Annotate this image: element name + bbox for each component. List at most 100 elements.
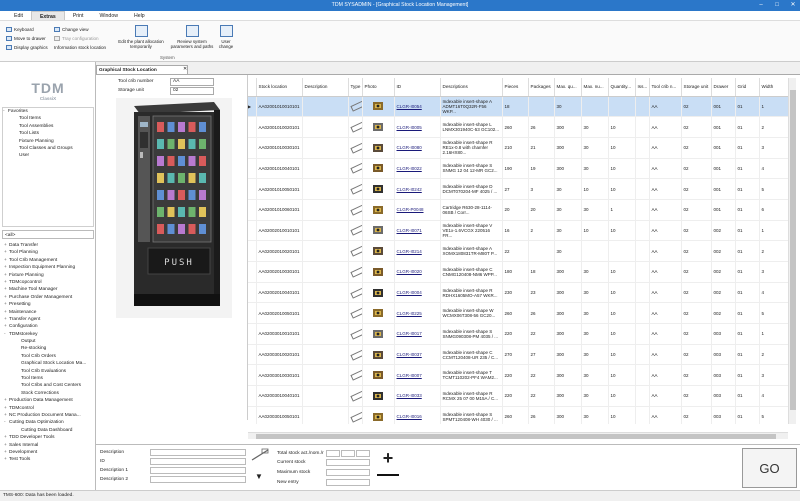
display-graphics-button[interactable]: Display graphics: [6, 45, 48, 50]
bin-drawer[interactable]: [178, 156, 185, 166]
menu-window[interactable]: Window: [92, 11, 126, 20]
bin-drawer[interactable]: [199, 224, 206, 234]
close-icon[interactable]: ✕: [786, 0, 800, 11]
bin-drawer[interactable]: [167, 139, 175, 149]
column-header[interactable]: Stock location: [256, 78, 303, 97]
nav-tree-item[interactable]: Tool Crib Orders: [2, 353, 94, 360]
scroll-thumb[interactable]: [790, 90, 796, 410]
vending-machine-graphic[interactable]: PUSH: [116, 98, 232, 318]
column-header[interactable]: Drawer: [711, 78, 736, 97]
bin-drawer[interactable]: [178, 122, 185, 132]
tool-id-link[interactable]: CLGR-P0048: [397, 207, 424, 212]
table-row[interactable]: AA02001010030101 CLGR-I0080 Indexable inse…: [248, 137, 788, 159]
tool-id-link[interactable]: CLGR-I0071: [397, 228, 422, 233]
go-button[interactable]: GO: [742, 448, 797, 488]
nav-tree-item[interactable]: + Production Data Management: [2, 397, 94, 404]
menu-extras[interactable]: Extras: [30, 11, 65, 20]
bin-drawer[interactable]: [157, 224, 164, 234]
table-row[interactable]: AA02001010020101 CLGR-I0005 Indexable inse…: [248, 116, 788, 138]
tool-id-link[interactable]: CLGR-I0037: [397, 352, 422, 357]
nav-tree-item[interactable]: Graphical Stock Location Ma...: [2, 360, 94, 367]
column-header[interactable]: Type: [348, 78, 363, 97]
nav-tree-item[interactable]: + TDMcopcontrol: [2, 279, 94, 286]
module-filter-input[interactable]: <all>: [2, 230, 94, 239]
keyboard-button[interactable]: Keyboard: [6, 27, 34, 32]
nav-tree-item[interactable]: + Fixture Planning: [2, 272, 94, 279]
description-field[interactable]: [150, 449, 246, 456]
dropdown-arrow-icon[interactable]: ▼: [255, 472, 263, 481]
nav-tree-item[interactable]: - Cutting Data Optimization: [2, 419, 94, 426]
bin-drawer[interactable]: [167, 173, 175, 183]
minimize-icon[interactable]: –: [754, 0, 768, 11]
nav-tree-item[interactable]: Output: [2, 338, 94, 345]
table-row[interactable]: AA02001010060101 CLGR-P0048 Cartridge R630…: [248, 199, 788, 221]
bin-drawer[interactable]: [178, 224, 185, 234]
maximize-icon[interactable]: □: [770, 0, 784, 11]
favorites-header[interactable]: - Favorites: [3, 108, 93, 115]
favorite-item[interactable]: User: [3, 152, 93, 159]
bin-drawer[interactable]: [167, 122, 175, 132]
bin-drawer[interactable]: [167, 224, 175, 234]
bin-drawer[interactable]: [178, 207, 185, 217]
nav-tree-item[interactable]: + Inspection Equipment Planning: [2, 264, 94, 271]
bin-drawer[interactable]: [167, 156, 175, 166]
tab-close-icon[interactable]: ✕: [183, 65, 187, 74]
table-row[interactable]: AA02002010050101 CLGR-I0225 Indexable inse…: [248, 302, 788, 325]
tool-id-link[interactable]: CLGR-I0242: [397, 187, 422, 192]
nav-tree-item[interactable]: + Development: [2, 449, 94, 456]
description1-field[interactable]: [150, 467, 246, 474]
user-change-button[interactable]: User change: [216, 25, 236, 49]
bin-drawer[interactable]: [188, 190, 196, 200]
scroll-thumb[interactable]: [256, 434, 776, 439]
nav-tree-item[interactable]: + Maintenance: [2, 309, 94, 316]
column-header[interactable]: Width: [759, 78, 788, 97]
tool-id-link[interactable]: CLGR-I0033: [397, 393, 422, 398]
information-stock-location-button[interactable]: Information stock location: [54, 45, 106, 50]
bin-drawer[interactable]: [188, 122, 196, 132]
nav-tree-item[interactable]: + Tool Crib Management: [2, 257, 94, 264]
table-row[interactable]: AA02003010020101 CLGR-I0037 Indexable inse…: [248, 344, 788, 366]
column-header[interactable]: Grid: [735, 78, 760, 97]
bin-drawer[interactable]: [157, 156, 164, 166]
tool-id-link[interactable]: CLGR-I0016: [397, 414, 422, 419]
column-header[interactable]: Iss...: [635, 78, 650, 97]
increment-button[interactable]: +: [377, 449, 399, 467]
tool-id-link[interactable]: CLGR-I0004: [397, 290, 422, 295]
tray-configuration-button[interactable]: Tray configuration: [54, 36, 99, 41]
table-row[interactable]: AA02002010030101 CLGR-I0020 Indexable inse…: [248, 261, 788, 283]
favorite-item[interactable]: Tool Classes and Groups: [3, 145, 93, 152]
change-view-button[interactable]: Change view: [54, 27, 89, 32]
favorite-item[interactable]: Tool Items: [3, 115, 93, 122]
tool-id-link[interactable]: CLGR-I0225: [397, 311, 422, 316]
nav-tree-item[interactable]: + NC Production Document Mana...: [2, 412, 94, 419]
bin-drawer[interactable]: [199, 207, 206, 217]
tool-id-link[interactable]: CLGR-I0214: [397, 249, 422, 254]
table-row[interactable]: AA02003010040101 CLGR-I0033 Indexable inse…: [248, 385, 788, 407]
table-row[interactable]: ▶ AA02001010010101 CLGR-I0054 Indexable ins…: [248, 96, 788, 118]
favorite-item[interactable]: Fixture Planning: [3, 138, 93, 145]
nav-tree-item[interactable]: + Presetting: [2, 301, 94, 308]
nav-tree-item[interactable]: + Data Transfer: [2, 242, 94, 249]
bin-drawer[interactable]: [188, 173, 196, 183]
bin-drawer[interactable]: [188, 139, 196, 149]
nav-tree-item[interactable]: + Configuration: [2, 323, 94, 330]
column-header[interactable]: Quantity...: [608, 78, 636, 97]
nav-tree-item[interactable]: + TDMcontrol: [2, 405, 94, 412]
horizontal-scrollbar[interactable]: [248, 432, 788, 439]
column-header[interactable]: Pieces: [502, 78, 529, 97]
column-header[interactable]: Descriptions: [440, 78, 503, 97]
storage-field[interactable]: 02: [170, 87, 214, 95]
bin-drawer[interactable]: [188, 207, 196, 217]
tool-id-link[interactable]: CLGR-I0017: [397, 331, 422, 336]
bin-drawer[interactable]: [178, 173, 185, 183]
bin-drawer[interactable]: [199, 139, 206, 149]
bin-drawer[interactable]: [157, 173, 164, 183]
bin-drawer[interactable]: [178, 190, 185, 200]
bin-drawer[interactable]: [167, 190, 175, 200]
tool-id-link[interactable]: CLGR-I0054: [397, 104, 422, 109]
nav-tree-item[interactable]: Re-stocking: [2, 345, 94, 352]
new-entry-field[interactable]: [326, 479, 370, 486]
nav-tree-item[interactable]: + Tool Planning: [2, 249, 94, 256]
bin-drawer[interactable]: [199, 122, 206, 132]
tool-id-link[interactable]: CLGR-I0005: [397, 125, 422, 130]
